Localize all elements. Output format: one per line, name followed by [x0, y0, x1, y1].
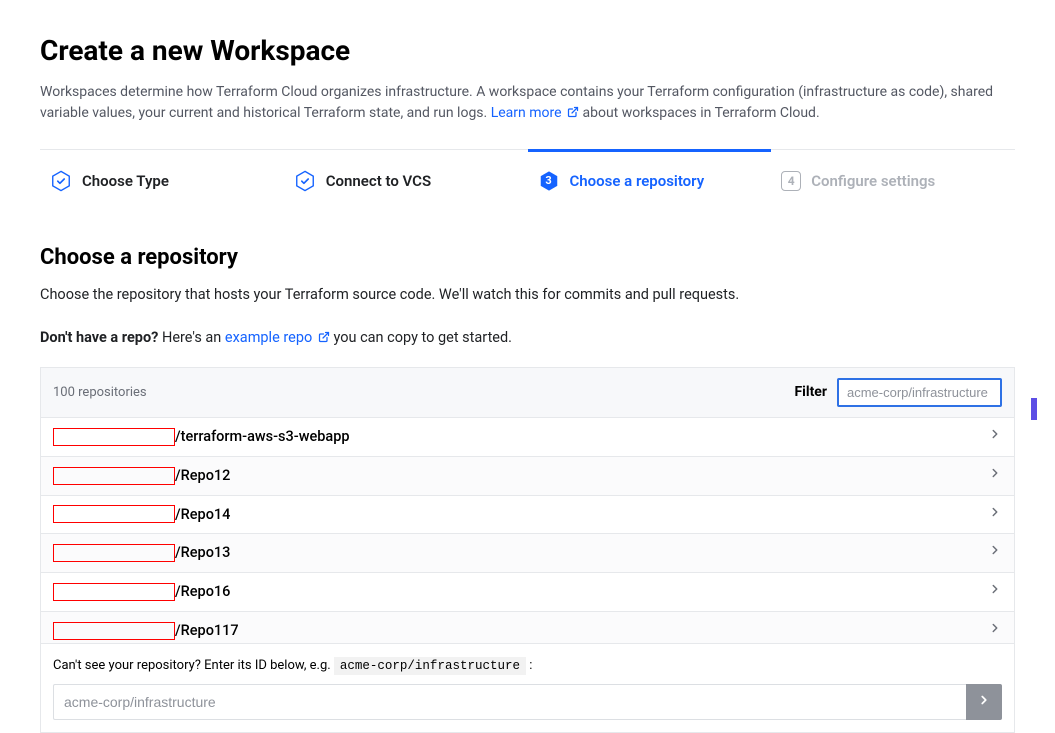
redacted-org-box: [53, 428, 175, 446]
repository-name: /Repo16: [53, 581, 230, 603]
filter-wrap: Filter: [794, 378, 1002, 407]
page-title: Create a new Workspace: [40, 30, 1015, 72]
step-future-icon: 4: [781, 171, 801, 191]
example-repo-label: example repo: [225, 329, 312, 346]
chevron-right-icon: [988, 620, 1002, 642]
manual-repo-submit-button[interactable]: [966, 684, 1002, 720]
manual-example-code: acme-corp/infrastructure: [334, 657, 526, 675]
repository-name: /Repo12: [53, 465, 230, 487]
chevron-right-icon: [988, 465, 1002, 487]
step-label: Configure settings: [811, 170, 935, 193]
manual-label-post: :: [529, 658, 532, 673]
step-label: Choose a repository: [570, 170, 705, 193]
repository-row[interactable]: /Repo13: [41, 534, 1014, 573]
learn-more-label: Learn more: [491, 105, 562, 121]
hint-post: you can copy to get started.: [333, 329, 512, 346]
manual-repo-input[interactable]: [53, 684, 966, 720]
redacted-org-box: [53, 622, 175, 640]
hint-pre: Here's an: [162, 329, 225, 346]
repository-panel: 100 repositories Filter /terraform-aws-s…: [40, 367, 1015, 733]
filter-input[interactable]: [837, 378, 1002, 407]
step-number: 3: [545, 173, 551, 190]
repository-list[interactable]: /terraform-aws-s3-webapp /Repo12 /Repo14: [41, 418, 1014, 643]
chevron-right-icon: [988, 426, 1002, 448]
repository-list-header: 100 repositories Filter: [41, 368, 1014, 418]
manual-label-pre: Can't see your repository? Enter its ID …: [53, 658, 334, 673]
redacted-org-box: [53, 505, 175, 523]
learn-more-link[interactable]: Learn more: [491, 105, 583, 121]
external-link-icon: [318, 328, 330, 340]
step-label: Connect to VCS: [326, 170, 431, 193]
repository-path: /terraform-aws-s3-webapp: [175, 426, 350, 448]
hint-bold: Don't have a repo?: [40, 329, 158, 346]
repository-name: /terraform-aws-s3-webapp: [53, 426, 350, 448]
repository-row[interactable]: /Repo14: [41, 496, 1014, 535]
stepper: Choose Type Connect to VCS 3 Choose a re…: [40, 149, 1015, 211]
step-done-icon: [294, 170, 316, 192]
redacted-org-box: [53, 467, 175, 485]
repository-path: /Repo117: [175, 620, 239, 642]
chevron-right-icon: [988, 542, 1002, 564]
repository-path: /Repo14: [175, 504, 230, 526]
repository-count: 100 repositories: [53, 383, 147, 403]
redacted-org-box: [53, 544, 175, 562]
manual-input-row: [53, 684, 1002, 720]
step-configure-settings: 4 Configure settings: [771, 149, 1015, 211]
chevron-right-icon: [988, 504, 1002, 526]
section-title: Choose a repository: [40, 241, 1015, 274]
step-connect-vcs[interactable]: Connect to VCS: [284, 149, 528, 211]
filter-label: Filter: [794, 382, 827, 403]
step-done-icon: [50, 170, 72, 192]
repository-path: /Repo16: [175, 581, 230, 603]
repository-row[interactable]: /Repo16: [41, 573, 1014, 612]
repository-row[interactable]: /Repo12: [41, 457, 1014, 496]
repository-name: /Repo13: [53, 542, 230, 564]
repository-name: /Repo117: [53, 620, 239, 642]
manual-repo-section: Can't see your repository? Enter its ID …: [41, 643, 1014, 732]
step-label: Choose Type: [82, 170, 169, 193]
redacted-org-box: [53, 583, 175, 601]
step-choose-type[interactable]: Choose Type: [40, 149, 284, 211]
chevron-right-icon: [977, 693, 991, 710]
repository-name: /Repo14: [53, 504, 230, 526]
repository-path: /Repo13: [175, 542, 230, 564]
repository-row[interactable]: /terraform-aws-s3-webapp: [41, 418, 1014, 457]
repository-path: /Repo12: [175, 465, 230, 487]
step-choose-repository[interactable]: 3 Choose a repository: [528, 149, 772, 211]
page-subtitle: Workspaces determine how Terraform Cloud…: [40, 82, 1015, 124]
manual-repo-label: Can't see your repository? Enter its ID …: [53, 656, 1002, 676]
subtitle-text-post: about workspaces in Terraform Cloud.: [583, 105, 820, 121]
no-repo-hint: Don't have a repo? Here's an example rep…: [40, 327, 1015, 349]
chevron-right-icon: [988, 581, 1002, 603]
section-subtitle: Choose the repository that hosts your Te…: [40, 284, 1015, 306]
step-active-icon: 3: [538, 170, 560, 192]
repository-row[interactable]: /Repo117: [41, 612, 1014, 643]
external-link-icon: [567, 104, 579, 116]
scroll-indicator: [1031, 398, 1037, 420]
example-repo-link[interactable]: example repo: [225, 329, 334, 346]
